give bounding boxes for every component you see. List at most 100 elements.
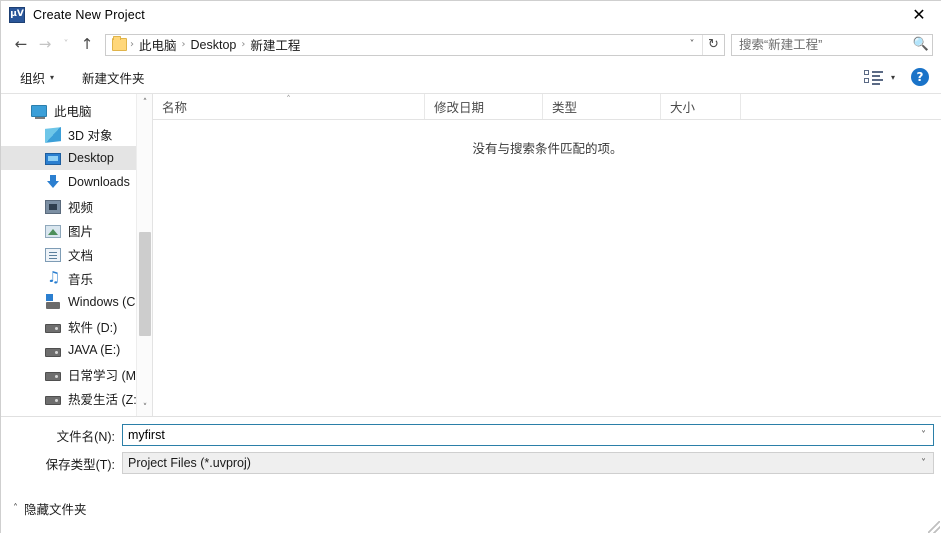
new-folder-label: 新建文件夹 (82, 71, 145, 86)
sidebar-item-label: 图片 (68, 224, 94, 239)
scrollbar-thumb[interactable] (139, 232, 151, 336)
filename-combobox[interactable]: ˅ (122, 424, 934, 446)
view-options-icon[interactable] (863, 69, 884, 85)
close-icon[interactable]: ✕ (896, 1, 941, 28)
search-icon[interactable]: 🔍 (910, 37, 932, 52)
sidebar-item-label: 视频 (68, 200, 94, 215)
back-icon[interactable]: ← (9, 33, 33, 57)
filetype-combobox[interactable]: Project Files (*.uvproj) ˅ (122, 452, 934, 474)
sidebar-item-this-pc[interactable]: 此电脑 (1, 98, 152, 122)
chevron-down-icon[interactable]: ˅ (914, 453, 933, 473)
sidebar-item-videos[interactable]: 视频 (1, 194, 152, 218)
hide-folders-button[interactable]: ˄ 隐藏文件夹 (13, 499, 87, 518)
filetype-label: 保存类型(T): (45, 457, 115, 472)
file-list-pane: ˄ 名称 修改日期 类型 大小 没有与搜索条件匹配的项。 (153, 94, 941, 416)
search-box[interactable]: 🔍 (731, 33, 933, 56)
dialog-footer: ˄ 隐藏文件夹 保存(S) 取消 (1, 484, 941, 533)
filename-row: 文件名(N): ˅ (1, 424, 941, 446)
filename-field-wrap: ˅ (122, 424, 934, 446)
sidebar-item-documents[interactable]: 文档 (1, 242, 152, 266)
help-icon[interactable]: ? (911, 68, 929, 86)
sidebar-item-label: 音乐 (68, 272, 94, 287)
sidebar-item-3d-objects[interactable]: 3D 对象 (1, 122, 152, 146)
sidebar-scrollbar[interactable]: ˄ ˅ (136, 94, 152, 416)
sidebar-item-label: 日常学习 (M:) (68, 368, 144, 383)
save-form: 文件名(N): ˅ 保存类型(T): Project Files (*.uvpr… (1, 416, 941, 484)
sidebar-item-drive-z[interactable]: 热爱生活 (Z:) (1, 386, 152, 410)
column-label: 修改日期 (434, 101, 485, 115)
up-icon[interactable]: ↑ (75, 33, 99, 57)
organize-label: 组织 (20, 71, 46, 86)
music-icon (45, 268, 61, 286)
drive-icon (45, 371, 61, 381)
column-label: 名称 (162, 101, 188, 115)
sidebar-item-label: 3D 对象 (68, 128, 113, 143)
app-icon-glyph: µV (10, 9, 24, 19)
3d-objects-icon (45, 126, 61, 143)
sidebar-item-pictures[interactable]: 图片 (1, 218, 152, 242)
computer-icon (31, 105, 47, 119)
filetype-selected-value: Project Files (*.uvproj) (128, 456, 251, 470)
sidebar-item-label: 此电脑 (54, 104, 92, 119)
chevron-down-icon[interactable]: ˅ (682, 35, 702, 55)
command-bar: 组织 ▾ 新建文件夹 ▾ ? (1, 61, 941, 94)
breadcrumb-item-desktop[interactable]: Desktop (187, 38, 241, 52)
filename-input[interactable] (123, 425, 914, 445)
resize-grip[interactable] (928, 521, 940, 533)
search-input[interactable] (732, 37, 910, 52)
folder-tree: 此电脑 3D 对象 Desktop Downloads 视频 图片 文档 ♫ 音… (1, 94, 152, 410)
organize-button[interactable]: 组织 ▾ (13, 65, 61, 90)
navigation-pane: 此电脑 3D 对象 Desktop Downloads 视频 图片 文档 ♫ 音… (1, 94, 153, 416)
folder-icon (112, 36, 127, 51)
breadcrumb-item-current-folder[interactable]: 新建工程 (246, 35, 304, 54)
sidebar-item-windows-c[interactable]: Windows (C:) (1, 290, 152, 314)
save-as-dialog: µV Create New Project ✕ ← → ˅ ↑ › 此电脑 › … (0, 0, 941, 533)
sidebar-item-downloads[interactable]: Downloads (1, 170, 152, 194)
sidebar-item-label: 文档 (68, 248, 94, 263)
desktop-icon (45, 153, 61, 165)
filename-label: 文件名(N): (56, 429, 115, 444)
chevron-down-icon[interactable]: ▾ (891, 73, 895, 82)
column-label: 大小 (670, 101, 696, 115)
sidebar-item-label: Downloads (68, 175, 130, 189)
sort-ascending-icon: ˄ (286, 95, 291, 105)
sidebar-item-desktop[interactable]: Desktop (1, 146, 152, 170)
column-label: 类型 (552, 101, 578, 115)
column-header-size[interactable]: 大小 (661, 94, 741, 119)
sidebar-item-drive-e[interactable]: JAVA (E:) (1, 338, 152, 362)
sidebar-item-drive-d[interactable]: 软件 (D:) (1, 314, 152, 338)
breadcrumb-item-this-pc[interactable]: 此电脑 (135, 35, 181, 54)
sidebar-item-label: JAVA (E:) (68, 343, 121, 357)
sidebar-item-label: Desktop (68, 151, 114, 165)
filetype-field-wrap: Project Files (*.uvproj) ˅ (122, 452, 934, 474)
column-headers: ˄ 名称 修改日期 类型 大小 (153, 94, 941, 120)
refresh-icon[interactable]: ↻ (702, 34, 724, 55)
recent-locations-icon[interactable]: ˅ (57, 33, 75, 57)
scroll-up-icon[interactable]: ˄ (137, 94, 152, 111)
drive-icon (45, 323, 61, 333)
windows-drive-icon (45, 294, 61, 310)
chevron-down-icon[interactable]: ˅ (914, 425, 933, 445)
column-header-name[interactable]: ˄ 名称 (153, 94, 425, 119)
drive-icon (45, 395, 61, 405)
new-folder-button[interactable]: 新建文件夹 (75, 65, 152, 90)
hide-folders-label: 隐藏文件夹 (24, 503, 87, 517)
sidebar-item-label: 软件 (D:) (68, 320, 118, 335)
column-header-type[interactable]: 类型 (543, 94, 661, 119)
dialog-body: 此电脑 3D 对象 Desktop Downloads 视频 图片 文档 ♫ 音… (1, 94, 941, 416)
title-bar: µV Create New Project ✕ (1, 1, 941, 28)
forward-icon[interactable]: → (33, 33, 57, 57)
column-header-date-modified[interactable]: 修改日期 (425, 94, 543, 119)
filetype-row: 保存类型(T): Project Files (*.uvproj) ˅ (1, 452, 941, 474)
navigation-bar: ← → ˅ ↑ › 此电脑 › Desktop › 新建工程 ˅ ↻ 🔍 (1, 28, 941, 61)
sidebar-item-label: Windows (C:) (68, 295, 144, 309)
scroll-down-icon[interactable]: ˅ (137, 399, 152, 416)
drive-icon (45, 347, 61, 357)
videos-icon (45, 199, 61, 214)
keil-uvision-icon: µV (9, 6, 25, 23)
empty-list-message: 没有与搜索条件匹配的项。 (472, 142, 623, 156)
sidebar-item-music[interactable]: 音乐 (1, 266, 152, 290)
sidebar-item-drive-m[interactable]: 日常学习 (M:) (1, 362, 152, 386)
address-bar[interactable]: › 此电脑 › Desktop › 新建工程 ˅ ↻ (105, 33, 725, 56)
chevron-down-icon: ▾ (50, 72, 55, 82)
